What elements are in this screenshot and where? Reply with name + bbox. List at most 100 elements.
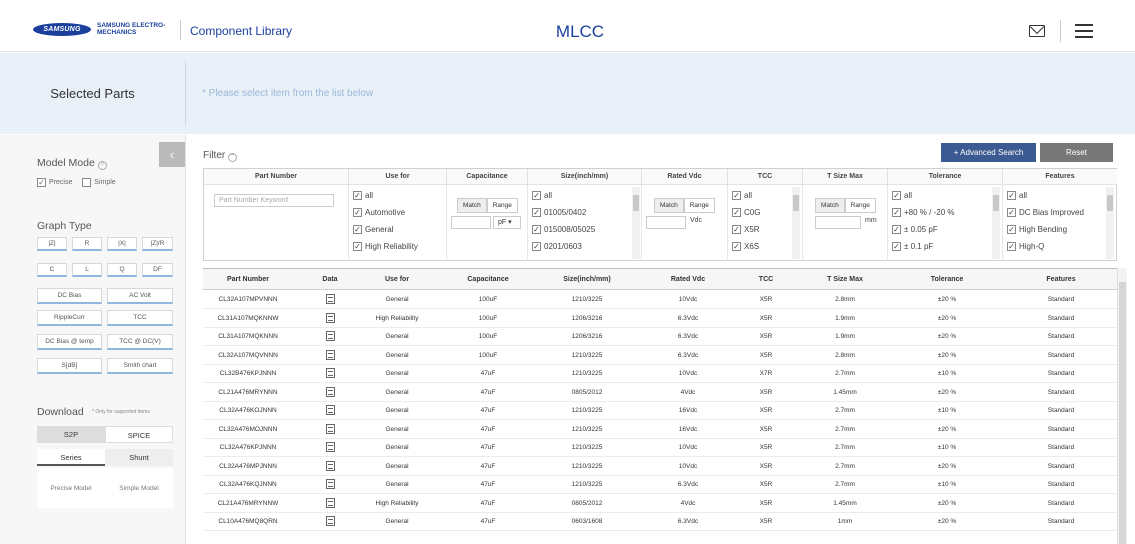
- datasheet-icon[interactable]: [325, 423, 335, 434]
- column-header-use-for[interactable]: Use for: [347, 269, 447, 290]
- ac-volt-button[interactable]: AC Volt: [107, 288, 173, 304]
- table-row[interactable]: CL32A476KPJNNN General 47uF 1210/3225 10Vdc X…: [203, 439, 1117, 457]
- tsize-range-button[interactable]: Range: [844, 198, 876, 213]
- column-header-data[interactable]: Data: [313, 269, 347, 290]
- help-icon[interactable]: ?: [97, 161, 107, 170]
- table-scrollbar[interactable]: [1117, 268, 1127, 544]
- table-row[interactable]: CL32B476KPJNNN General 47uF 1210/3225 10Vdc X…: [203, 365, 1117, 383]
- use-for-option-all[interactable]: ✓ all: [349, 187, 446, 204]
- column-header-tcc[interactable]: TCC: [731, 269, 801, 290]
- graph-z-button[interactable]: |Z|: [37, 237, 67, 251]
- component-library-link[interactable]: Component Library: [190, 24, 292, 38]
- datasheet-icon[interactable]: [325, 479, 335, 490]
- filter-toggle[interactable]: Filter ⌃: [203, 150, 238, 162]
- ripple-current-button[interactable]: RippleCurr: [37, 310, 102, 326]
- cell-part-number[interactable]: CL32A476KPJNNN: [203, 439, 293, 457]
- dc-bias-temp-button[interactable]: DC Bias @ temp: [37, 334, 102, 350]
- datasheet-icon[interactable]: [325, 331, 335, 342]
- size-option-all[interactable]: ✓ all: [528, 187, 641, 204]
- graph-q-button[interactable]: Q: [107, 263, 137, 277]
- vdc-match-button[interactable]: Match: [654, 198, 684, 213]
- column-header-tolerance[interactable]: Tolerance: [889, 269, 1005, 290]
- use-for-option-automotive[interactable]: ✓ Automotive: [349, 204, 446, 221]
- column-header-size[interactable]: Size(inch/mm): [529, 269, 645, 290]
- graph-zr-button[interactable]: |Z|/R: [142, 237, 173, 251]
- column-header-t-size-max[interactable]: T Size Max: [801, 269, 889, 290]
- datasheet-icon[interactable]: [325, 405, 335, 416]
- cell-part-number[interactable]: CL32A476MPJNNN: [203, 458, 293, 476]
- table-row[interactable]: CL32A107MQVNNN General 100uF 1210/3225 6.3Vd…: [203, 347, 1117, 365]
- size-scrollbar[interactable]: [632, 187, 640, 259]
- datasheet-icon[interactable]: [325, 442, 335, 453]
- features-option-high-q[interactable]: ✓ High-Q: [1003, 238, 1117, 255]
- size-option-015008[interactable]: ✓ 015008/05025: [528, 221, 641, 238]
- table-row[interactable]: CL31A107MQKNNN General 100uF 1206/3216 6.3Vd…: [203, 328, 1117, 346]
- cell-part-number[interactable]: CL31A107MQKNNW: [203, 310, 293, 328]
- tsize-match-button[interactable]: Match: [815, 198, 845, 213]
- menu-icon[interactable]: [1075, 24, 1093, 38]
- cell-part-number[interactable]: CL32A476MOJNNN: [203, 421, 293, 439]
- column-header-part-number[interactable]: Part Number: [203, 269, 293, 290]
- table-row[interactable]: CL31A107MQKNNW High Reliability 100uF 1206/…: [203, 310, 1117, 328]
- mail-icon[interactable]: [1029, 25, 1045, 37]
- cell-part-number[interactable]: CL32A476KQJNNN: [203, 476, 293, 494]
- vdc-range-button[interactable]: Range: [683, 198, 715, 213]
- tolerance-option-all[interactable]: ✓ all: [888, 187, 1002, 204]
- datasheet-icon[interactable]: [325, 294, 335, 305]
- tolerance-option-01pf[interactable]: ✓ ± 0.1 pF: [888, 238, 1002, 255]
- table-row[interactable]: CL32A476MPJNNN General 47uF 1210/3225 10Vdc X…: [203, 458, 1117, 476]
- cap-range-button[interactable]: Range: [486, 198, 518, 213]
- tcc-scrollbar[interactable]: [792, 187, 800, 259]
- tolerance-option-80-20[interactable]: ✓ +80 % / -20 %: [888, 204, 1002, 221]
- rated-vdc-input[interactable]: [646, 216, 686, 229]
- part-number-input[interactable]: Part Number Keyword: [214, 194, 334, 207]
- graph-df-button[interactable]: DF: [142, 263, 173, 277]
- smith-chart-button[interactable]: Smith chart: [107, 358, 173, 374]
- features-option-all[interactable]: ✓ all: [1003, 187, 1117, 204]
- t-size-input[interactable]: [815, 216, 861, 229]
- capacitance-input[interactable]: [451, 216, 491, 229]
- cell-part-number[interactable]: CL21A476MRYNNN: [203, 384, 293, 402]
- table-row[interactable]: CL10A476MQ8QRN General 47uF 0603/1608 6.3Vdc…: [203, 513, 1117, 531]
- capacitance-unit-select[interactable]: pF ▾: [493, 216, 521, 229]
- datasheet-icon[interactable]: [325, 497, 335, 508]
- tcc-button[interactable]: TCC: [107, 310, 173, 326]
- precise-model-option[interactable]: Precise Model: [37, 480, 105, 497]
- use-for-option-high-reliability[interactable]: ✓ High Reliability: [349, 238, 446, 255]
- table-row[interactable]: CL32A476MOJNNN General 47uF 1210/3225 16Vdc X…: [203, 421, 1117, 439]
- features-option-dc-bias[interactable]: ✓ DC Bias Improved: [1003, 204, 1117, 221]
- tcc-option-x6s[interactable]: ✓ X6S: [728, 238, 802, 255]
- dc-bias-button[interactable]: DC Bias: [37, 288, 102, 304]
- cell-part-number[interactable]: CL32A107MQVNNN: [203, 347, 293, 365]
- cap-match-button[interactable]: Match: [457, 198, 487, 213]
- tolerance-option-005pf[interactable]: ✓ ± 0.05 pF: [888, 221, 1002, 238]
- cell-part-number[interactable]: CL10A476MQ8QRN: [203, 513, 293, 531]
- cell-part-number[interactable]: CL32B476KPJNNN: [203, 365, 293, 383]
- tcc-option-c0g[interactable]: ✓ C0G: [728, 204, 802, 221]
- datasheet-icon[interactable]: [325, 349, 335, 360]
- features-option-high-bending[interactable]: ✓ High Bending: [1003, 221, 1117, 238]
- tcc-dcv-button[interactable]: TCC @ DC(V): [107, 334, 173, 350]
- s-db-button[interactable]: S[dB]: [37, 358, 102, 374]
- table-row[interactable]: CL32A107MPVNNN General 100uF 1210/3225 10Vdc…: [203, 291, 1117, 309]
- cell-part-number[interactable]: CL31A107MQKNNN: [203, 328, 293, 346]
- cell-part-number[interactable]: CL32A107MPVNNN: [203, 291, 293, 309]
- tcc-option-all[interactable]: ✓ all: [728, 187, 802, 204]
- table-row[interactable]: CL32A476KOJNNN General 47uF 1210/3225 16Vdc X…: [203, 402, 1117, 420]
- simple-checkbox[interactable]: Simple: [82, 178, 116, 187]
- tcc-option-x5r[interactable]: ✓ X5R: [728, 221, 802, 238]
- advanced-search-button[interactable]: + Advanced Search: [941, 143, 1036, 162]
- tolerance-scrollbar[interactable]: [992, 187, 1000, 259]
- collapse-sidebar-button[interactable]: ‹: [159, 142, 185, 167]
- table-row[interactable]: CL21A476MRYNNW High Reliability 47uF 0805/2…: [203, 495, 1117, 513]
- graph-x-button[interactable]: |X|: [107, 237, 137, 251]
- s2p-tab[interactable]: S2P: [37, 426, 105, 443]
- features-scrollbar[interactable]: [1106, 187, 1114, 259]
- cell-part-number[interactable]: CL21A476MRYNNW: [203, 495, 293, 513]
- samsung-logo[interactable]: SAMSUNG: [33, 23, 91, 36]
- reset-button[interactable]: Reset: [1040, 143, 1113, 162]
- datasheet-icon[interactable]: [325, 460, 335, 471]
- datasheet-icon[interactable]: [325, 386, 335, 397]
- table-row[interactable]: CL21A476MRYNNN General 47uF 0805/2012 4Vdc X5…: [203, 384, 1117, 402]
- datasheet-icon[interactable]: [325, 368, 335, 379]
